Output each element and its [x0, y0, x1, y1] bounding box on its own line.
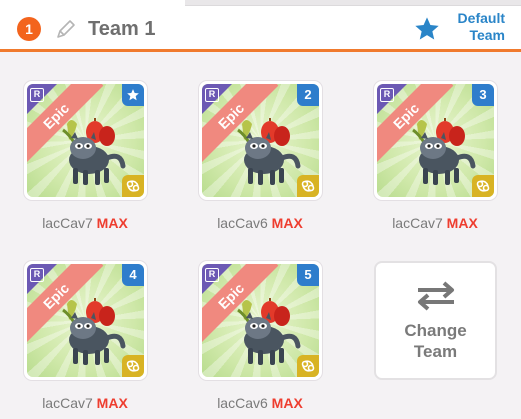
pet-name: lacCav7	[42, 215, 93, 231]
pet-name-caption: lacCav7 MAX	[365, 214, 505, 232]
pet-name: lacCav7	[392, 215, 443, 231]
slot-badge: 2	[297, 84, 319, 106]
slot-badge: 5	[297, 264, 319, 286]
swap-arrows-icon	[417, 281, 454, 311]
pencil-icon[interactable]	[54, 17, 78, 41]
cancer-sign-icon	[297, 180, 319, 197]
cancer-sign-icon	[472, 180, 494, 197]
pet-name: lacCav6	[217, 215, 268, 231]
team-number-badge: 1	[17, 17, 41, 41]
pet-level: MAX	[96, 395, 128, 411]
pet-portrait: Epic R 5	[202, 264, 319, 377]
pet-card[interactable]: Epic R 4	[24, 261, 147, 380]
pet-portrait: Epic R 4	[27, 264, 144, 377]
change-team-label: Change Team	[404, 321, 467, 361]
pet-name-caption: lacCav6 MAX	[190, 394, 330, 412]
slot-badge: 4	[122, 264, 144, 286]
default-team-label[interactable]: Default Team	[435, 10, 505, 44]
pet-name-caption: lacCav7 MAX	[15, 214, 155, 232]
element-badge	[297, 175, 319, 197]
pet-name-caption: lacCav6 MAX	[190, 214, 330, 232]
pet-level: MAX	[96, 215, 128, 231]
pet-card[interactable]: Epic R 5	[199, 261, 322, 380]
pet-name: lacCav7	[42, 395, 93, 411]
pet-level: MAX	[271, 395, 303, 411]
pet-level: MAX	[446, 215, 478, 231]
rarity-box-badge: R	[30, 88, 44, 102]
star-icon	[126, 84, 140, 109]
change-team-button[interactable]: Change Team	[374, 261, 497, 380]
pet-portrait: Epic R	[27, 84, 144, 197]
cancer-sign-icon	[297, 360, 319, 377]
slot-number: 5	[304, 267, 312, 282]
rarity-box-badge: R	[30, 268, 44, 282]
slot-badge	[122, 84, 144, 106]
cancer-sign-icon	[122, 180, 144, 197]
slot-badge: 3	[472, 84, 494, 106]
element-badge	[122, 355, 144, 377]
rarity-box-badge: R	[380, 88, 394, 102]
pet-level: MAX	[271, 215, 303, 231]
team-header: 1 Team 1 Default Team	[0, 0, 521, 52]
slot-number: 2	[304, 87, 312, 102]
pet-portrait: Epic R 2	[202, 84, 319, 197]
pet-name-caption: lacCav7 MAX	[15, 394, 155, 412]
element-badge	[297, 355, 319, 377]
element-badge	[122, 175, 144, 197]
pet-name: lacCav6	[217, 395, 268, 411]
team-name[interactable]: Team 1	[88, 15, 155, 43]
cancer-sign-icon	[122, 360, 144, 377]
pet-portrait: Epic R 3	[377, 84, 494, 197]
tab-strip	[185, 0, 521, 6]
pet-card[interactable]: Epic R 2	[199, 81, 322, 200]
slot-number: 3	[479, 87, 487, 102]
element-badge	[472, 175, 494, 197]
rarity-box-badge: R	[205, 268, 219, 282]
slot-number: 4	[129, 267, 137, 282]
rarity-box-badge: R	[205, 88, 219, 102]
pet-card[interactable]: Epic R	[24, 81, 147, 200]
pet-card[interactable]: Epic R 3	[374, 81, 497, 200]
